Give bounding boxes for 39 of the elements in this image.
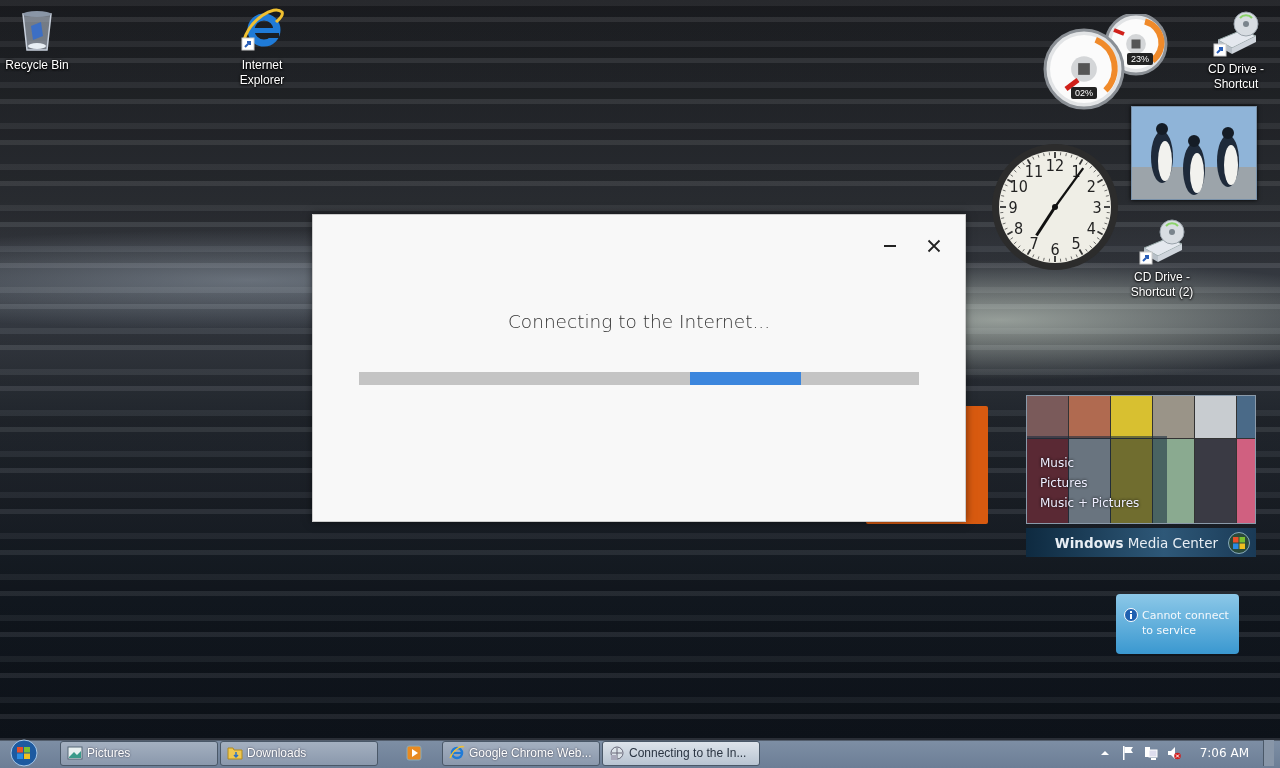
icon-label[interactable]: CD Drive - Shortcut (2)	[1116, 270, 1208, 300]
icon-label[interactable]: Recycle Bin	[5, 58, 69, 73]
network-icon[interactable]	[1143, 745, 1158, 761]
network-icon	[609, 745, 625, 761]
brand-title: Windows Media Center	[1054, 534, 1218, 551]
gauge-reading: 02%	[1075, 88, 1093, 98]
browser-icon	[449, 745, 465, 761]
windows-logo-icon	[7, 739, 41, 767]
speaker-muted-icon[interactable]	[1166, 745, 1181, 761]
taskbar-button[interactable]: Connecting to the In...	[602, 740, 760, 766]
cd-drive-icon	[1212, 10, 1260, 58]
menu-item[interactable]: Pictures	[1040, 475, 1140, 491]
clock-numeral: 12	[1045, 156, 1065, 175]
icon-label[interactable]: CD Drive - Shortcut	[1196, 62, 1276, 92]
clock-numeral: 6	[1050, 240, 1060, 259]
menu-item[interactable]: Music + Pictures	[1040, 495, 1140, 511]
clock-numeral: 4	[1086, 219, 1096, 238]
clock-numeral: 5	[1071, 234, 1081, 254]
menu-item[interactable]: Music	[1040, 455, 1140, 471]
icon-label[interactable]: Internet Explorer	[222, 58, 302, 88]
folder-icon	[227, 745, 243, 761]
flag-icon[interactable]	[1120, 745, 1135, 761]
info-icon	[1124, 608, 1138, 622]
cd-drive-icon	[1138, 218, 1186, 266]
clock-numeral: 7	[1029, 234, 1039, 254]
clock-numeral: 8	[1014, 219, 1024, 238]
clock-numeral: 3	[1092, 198, 1102, 217]
feed-message: Cannot connect to service	[1142, 608, 1230, 639]
picture-frame-icon	[67, 745, 83, 761]
minimize-icon	[884, 245, 896, 247]
gauge-reading: 23%	[1131, 54, 1149, 64]
close-icon	[927, 239, 941, 253]
status-message: Connecting to the Internet...	[507, 311, 771, 332]
clock-time: 7:06 AM	[1199, 746, 1249, 760]
windows-logo-icon	[1228, 531, 1250, 554]
clock-numeral: 9	[1008, 198, 1018, 217]
media-player-icon	[406, 745, 422, 761]
clock-numeral: 2	[1086, 177, 1096, 196]
browser-icon	[238, 6, 286, 54]
